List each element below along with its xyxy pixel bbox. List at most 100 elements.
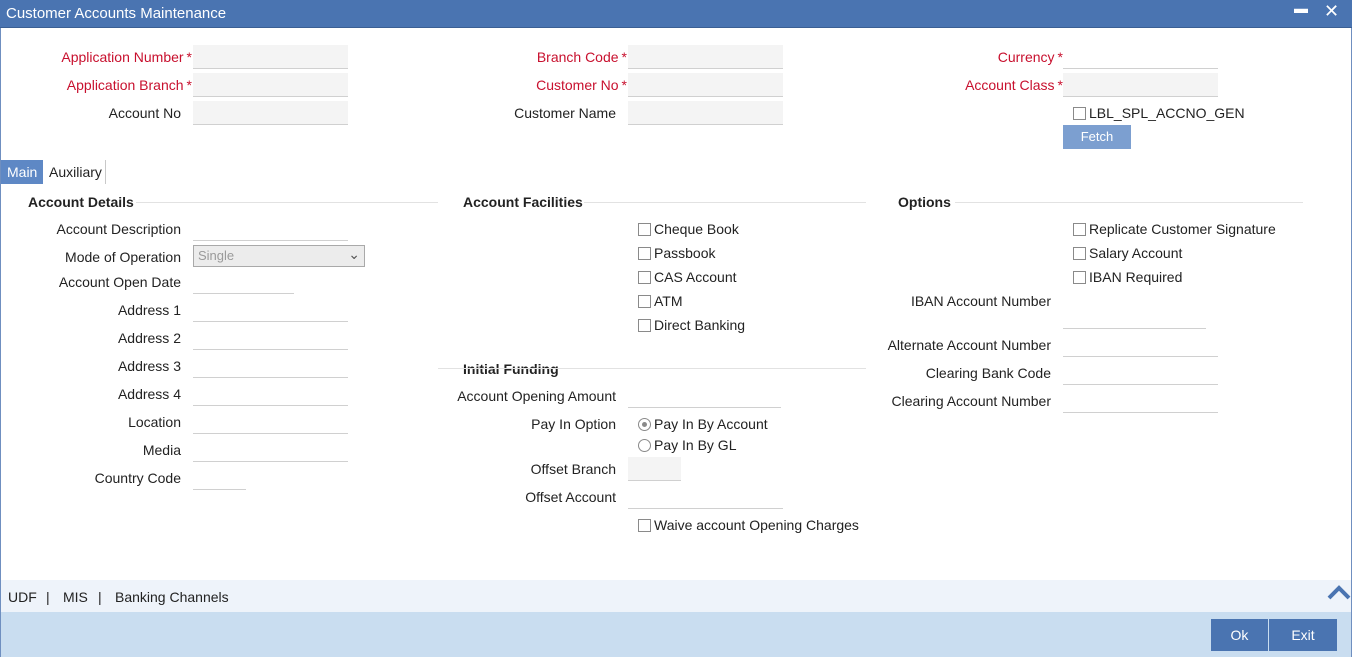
atm-checkbox[interactable]	[638, 295, 651, 308]
close-icon[interactable]: ✕	[1324, 1, 1339, 22]
pay-in-by-account-label: Pay In By Account	[654, 416, 768, 432]
account-facilities-title: Account Facilities	[463, 194, 583, 210]
address2-label: Address 2	[117, 330, 181, 346]
spl-accno-gen-label: LBL_SPL_ACCNO_GEN	[1089, 105, 1245, 121]
banking-channels-link[interactable]: Banking Channels	[115, 589, 229, 605]
ok-button[interactable]: Ok	[1211, 619, 1268, 651]
account-no-input[interactable]	[193, 101, 348, 125]
iban-required-label: IBAN Required	[1089, 269, 1183, 285]
salary-account-label: Salary Account	[1089, 245, 1183, 261]
clearing-bank-code-input[interactable]	[1063, 361, 1218, 385]
customer-name-input[interactable]	[628, 101, 783, 125]
address3-input[interactable]	[193, 354, 348, 378]
account-opening-amount-input[interactable]	[628, 384, 781, 408]
alternate-account-number-input[interactable]	[1063, 333, 1218, 357]
location-label: Location	[128, 414, 181, 430]
account-no-label: Account No	[108, 105, 181, 121]
customer-no-input[interactable]	[628, 73, 783, 97]
address2-input[interactable]	[193, 326, 348, 350]
mis-link[interactable]: MIS	[63, 589, 88, 605]
media-label: Media	[142, 442, 181, 458]
mode-of-operation-value: Single	[198, 248, 235, 263]
tab-main[interactable]: Main	[1, 160, 44, 184]
options-title: Options	[898, 194, 951, 210]
account-class-input[interactable]	[1063, 73, 1218, 97]
currency-input[interactable]	[1063, 45, 1218, 69]
account-opening-amount-label: Account Opening Amount	[457, 388, 616, 404]
offset-branch-input[interactable]	[628, 457, 681, 481]
iban-account-number-label: IBAN Account Number	[910, 293, 1051, 309]
waive-charges-label: Waive account Opening Charges	[654, 517, 859, 533]
cas-account-checkbox[interactable]	[638, 271, 651, 284]
customer-name-label: Customer Name	[514, 105, 616, 121]
pay-in-by-gl-radio[interactable]	[638, 439, 651, 452]
mode-of-operation-select[interactable]: Single ⌄	[193, 245, 365, 267]
account-open-date-label: Account Open Date	[58, 274, 181, 290]
branch-code-label: Branch Code *	[536, 49, 627, 65]
passbook-label: Passbook	[654, 245, 716, 261]
account-details-title: Account Details	[28, 194, 134, 210]
exit-button[interactable]: Exit	[1269, 619, 1337, 651]
mode-of-operation-label: Mode of Operation	[65, 249, 181, 265]
offset-account-input[interactable]	[628, 485, 783, 509]
alternate-account-number-label: Alternate Account Number	[887, 337, 1051, 353]
country-code-label: Country Code	[94, 470, 181, 486]
clearing-account-number-input[interactable]	[1063, 389, 1218, 413]
minimize-icon[interactable]: ▬	[1294, 0, 1308, 16]
link-separator: |	[46, 589, 50, 605]
application-branch-input[interactable]	[193, 73, 348, 97]
tab-auxiliary[interactable]: Auxiliary	[49, 160, 102, 184]
bottom-links-bar: UDF | MIS | Banking Channels	[1, 580, 1351, 612]
location-input[interactable]	[193, 410, 348, 434]
branch-code-input[interactable]	[628, 45, 783, 69]
fetch-button[interactable]: Fetch	[1063, 125, 1131, 149]
application-number-input[interactable]	[193, 45, 348, 69]
section-divider	[136, 202, 438, 203]
chevron-up-icon[interactable]	[1326, 582, 1352, 602]
section-divider	[438, 368, 866, 369]
account-class-label: Account Class *	[965, 77, 1063, 93]
clearing-account-number-label: Clearing Account Number	[891, 393, 1051, 409]
tab-separator	[105, 160, 106, 184]
section-divider	[955, 202, 1303, 203]
window-titlebar: Customer Accounts Maintenance ▬ ✕	[0, 0, 1352, 28]
address4-label: Address 4	[117, 386, 181, 402]
offset-account-label: Offset Account	[525, 489, 616, 505]
iban-required-checkbox[interactable]	[1073, 271, 1086, 284]
direct-banking-checkbox[interactable]	[638, 319, 651, 332]
spl-accno-gen-checkbox[interactable]	[1073, 107, 1086, 120]
waive-charges-checkbox[interactable]	[638, 519, 651, 532]
salary-account-checkbox[interactable]	[1073, 247, 1086, 260]
pay-in-option-label: Pay In Option	[531, 416, 616, 432]
cheque-book-label: Cheque Book	[654, 221, 739, 237]
country-code-input[interactable]	[193, 466, 246, 490]
customer-no-label: Customer No *	[536, 77, 627, 93]
section-divider	[584, 202, 866, 203]
link-separator: |	[98, 589, 102, 605]
direct-banking-label: Direct Banking	[654, 317, 746, 333]
account-description-label: Account Description	[56, 221, 181, 237]
account-description-input[interactable]	[193, 217, 348, 241]
iban-account-number-input[interactable]	[1063, 305, 1206, 329]
window-title: Customer Accounts Maintenance	[6, 5, 227, 22]
application-branch-label: Application Branch *	[66, 77, 192, 93]
account-open-date-input[interactable]	[193, 270, 294, 294]
pay-in-by-account-radio[interactable]	[638, 418, 651, 431]
address4-input[interactable]	[193, 382, 348, 406]
pay-in-by-gl-label: Pay In By GL	[654, 437, 737, 453]
replicate-signature-label: Replicate Customer Signature	[1089, 221, 1276, 237]
atm-label: ATM	[654, 293, 683, 309]
application-number-label: Application Number *	[61, 49, 192, 65]
address1-label: Address 1	[117, 302, 181, 318]
replicate-signature-checkbox[interactable]	[1073, 223, 1086, 236]
clearing-bank-code-label: Clearing Bank Code	[925, 365, 1051, 381]
initial-funding-title: Initial Funding	[463, 361, 559, 377]
address1-input[interactable]	[193, 298, 348, 322]
address3-label: Address 3	[117, 358, 181, 374]
udf-link[interactable]: UDF	[8, 589, 37, 605]
passbook-checkbox[interactable]	[638, 247, 651, 260]
frame-left	[0, 28, 1, 657]
media-input[interactable]	[193, 438, 348, 462]
offset-branch-label: Offset Branch	[530, 461, 616, 477]
cheque-book-checkbox[interactable]	[638, 223, 651, 236]
